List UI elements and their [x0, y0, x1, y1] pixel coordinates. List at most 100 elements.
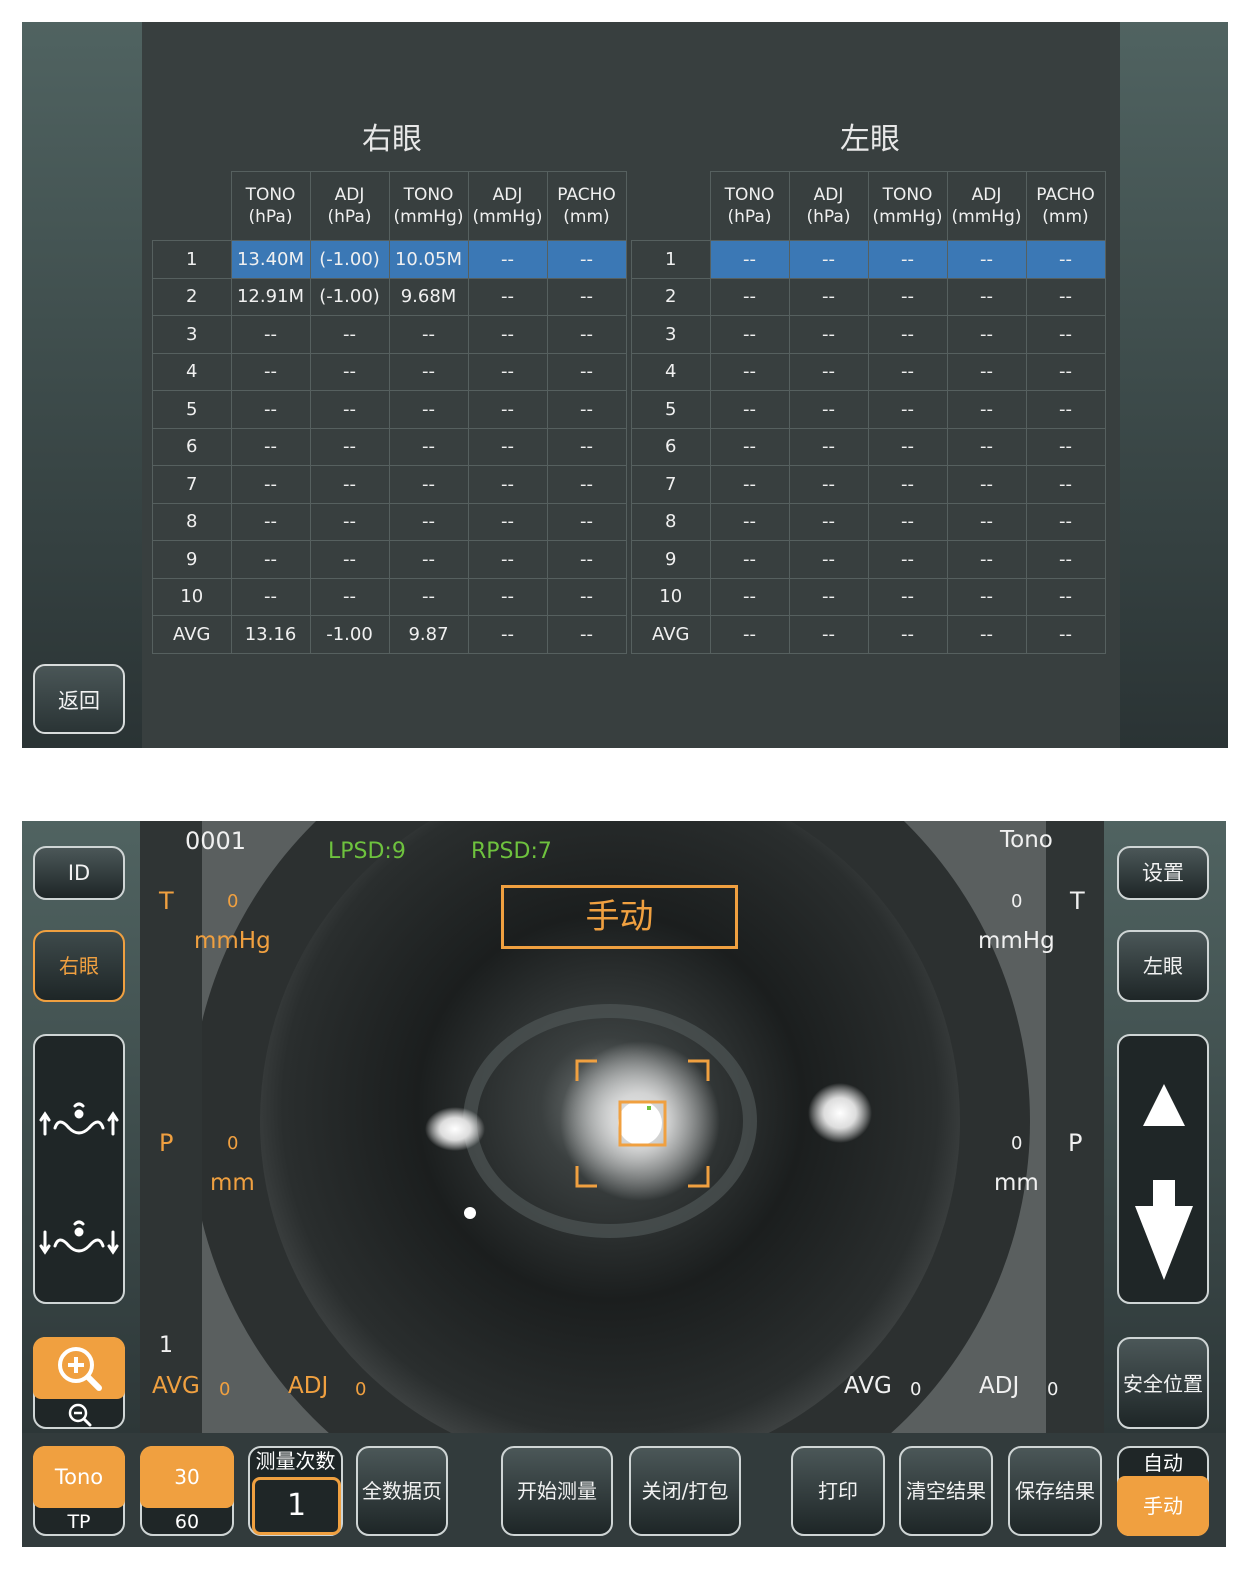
zoom-control — [33, 1337, 125, 1429]
column-header: TONO (mmHg) — [867, 171, 948, 241]
column-header-unit: (mmHg) — [472, 207, 543, 227]
print-button[interactable]: 打印 — [791, 1446, 885, 1536]
table-row[interactable]: 9 -- -- -- -- -- — [631, 540, 1106, 579]
table-cell: -1.00 — [309, 615, 390, 654]
table-cell: -- — [709, 502, 790, 541]
left-p-unit: mm — [210, 1170, 255, 1196]
table-row[interactable]: 9 -- -- -- -- -- — [152, 540, 627, 579]
table-row[interactable]: 7 -- -- -- -- -- — [152, 465, 627, 504]
table-cell: -- — [467, 427, 548, 466]
table-cell: -- — [546, 465, 627, 504]
table-cell: -- — [546, 315, 627, 354]
row-number: 2 — [631, 277, 711, 316]
table-cell: -- — [309, 577, 390, 616]
header-blank — [153, 172, 232, 241]
table-cell: -- — [946, 277, 1027, 316]
table-row[interactable]: AVG -- -- -- -- -- — [631, 615, 1106, 654]
table-cell: -- — [546, 540, 627, 579]
table-row[interactable]: 8 -- -- -- -- -- — [631, 502, 1106, 541]
auto-option[interactable]: 自动 — [1119, 1448, 1207, 1478]
table-cell: -- — [309, 352, 390, 391]
table-cell: -- — [230, 352, 311, 391]
table-cell: -- — [467, 502, 548, 541]
column-header-name: ADJ — [971, 185, 1002, 205]
table-row[interactable]: 5 -- -- -- -- -- — [631, 390, 1106, 429]
table-cell: -- — [946, 352, 1027, 391]
table-cell: -- — [788, 315, 869, 354]
table-cell: -- — [788, 240, 869, 279]
table-cell: -- — [467, 352, 548, 391]
zoom-out-icon[interactable] — [65, 1401, 95, 1427]
close-pack-button[interactable]: 关闭/打包 — [629, 1446, 741, 1536]
table-cell: -- — [546, 240, 627, 279]
column-header-unit: (mm) — [563, 207, 610, 227]
column-header: PACHO (mm) — [1025, 171, 1106, 241]
table-row[interactable]: 10 -- -- -- -- -- — [631, 577, 1106, 616]
left-eye-button[interactable]: 左眼 — [1117, 930, 1209, 1002]
table-cell: 9.87 — [388, 615, 469, 654]
chinrest-down-icon[interactable] — [39, 1196, 119, 1266]
table-cell: -- — [546, 502, 627, 541]
table-row[interactable]: 3 -- -- -- -- -- — [631, 315, 1106, 354]
table-row[interactable]: 1 13.40M (-1.00) 10.05M -- -- — [152, 240, 627, 279]
arrow-up-icon[interactable] — [1129, 1080, 1199, 1140]
results-panel: 右眼 左眼 TONO (hPa) ADJ (hPa) TONO (mmHg) ADJ (mmH… — [22, 22, 1228, 748]
row-number: 8 — [631, 502, 711, 541]
chinrest-up-icon[interactable] — [39, 1076, 119, 1146]
start-measure-button[interactable]: 开始测量 — [501, 1446, 613, 1536]
right-adj-value: 0 — [1047, 1379, 1059, 1400]
table-row[interactable]: 4 -- -- -- -- -- — [631, 352, 1106, 391]
table-cell: -- — [946, 577, 1027, 616]
table-cell: -- — [709, 277, 790, 316]
table-cell: -- — [788, 427, 869, 466]
table-row[interactable]: 10 -- -- -- -- -- — [152, 577, 627, 616]
option-60[interactable]: 60 — [142, 1508, 232, 1536]
table-cell: -- — [388, 352, 469, 391]
right-p-value: 0 — [1011, 1133, 1023, 1154]
column-header: TONO (hPa) — [709, 171, 790, 241]
manual-option[interactable]: 手动 — [1117, 1476, 1209, 1536]
row-number: 7 — [152, 465, 232, 504]
save-results-button[interactable]: 保存结果 — [1008, 1446, 1102, 1536]
row-number: 5 — [631, 390, 711, 429]
table-cell: -- — [709, 427, 790, 466]
table-cell: -- — [467, 390, 548, 429]
zoom-in-icon[interactable] — [33, 1337, 125, 1399]
table-cell: -- — [867, 540, 948, 579]
left-adj-label: ADJ — [288, 1373, 329, 1399]
table-row[interactable]: 6 -- -- -- -- -- — [152, 427, 627, 466]
table-row[interactable]: 2 -- -- -- -- -- — [631, 277, 1106, 316]
table-cell: -- — [388, 577, 469, 616]
row-number: 3 — [152, 315, 232, 354]
table-cell: -- — [946, 240, 1027, 279]
settings-button[interactable]: 设置 — [1117, 846, 1209, 900]
table-row[interactable]: 8 -- -- -- -- -- — [152, 502, 627, 541]
table-row[interactable]: AVG 13.16 -1.00 9.87 -- -- — [152, 615, 627, 654]
table-row[interactable]: 2 12.91M (-1.00) 9.68M -- -- — [152, 277, 627, 316]
table-cell: -- — [1025, 277, 1106, 316]
table-row[interactable]: 6 -- -- -- -- -- — [631, 427, 1106, 466]
option-30[interactable]: 30 — [140, 1446, 234, 1508]
row-number: AVG — [152, 615, 232, 654]
tp-option[interactable]: TP — [35, 1508, 123, 1536]
all-data-page-button[interactable]: 全数据页 — [356, 1446, 448, 1536]
back-button[interactable]: 返回 — [33, 664, 125, 734]
table-row[interactable]: 5 -- -- -- -- -- — [152, 390, 627, 429]
clear-results-button[interactable]: 清空结果 — [899, 1446, 993, 1536]
id-button[interactable]: ID — [33, 846, 125, 900]
measure-count-field[interactable]: 1 — [252, 1477, 341, 1535]
table-row[interactable]: 7 -- -- -- -- -- — [631, 465, 1106, 504]
table-cell: -- — [946, 465, 1027, 504]
tono-option[interactable]: Tono — [33, 1446, 125, 1508]
safe-position-button[interactable]: 安全位置 — [1117, 1337, 1209, 1429]
column-header: PACHO (mm) — [546, 171, 627, 241]
table-row[interactable]: 3 -- -- -- -- -- — [152, 315, 627, 354]
auto-manual-selector: 自动 手动 — [1117, 1446, 1209, 1536]
row-number: AVG — [631, 615, 711, 654]
table-row[interactable]: 1 -- -- -- -- -- — [631, 240, 1106, 279]
table-row[interactable]: 4 -- -- -- -- -- — [152, 352, 627, 391]
table-cell: -- — [467, 277, 548, 316]
right-eye-button[interactable]: 右眼 — [33, 930, 125, 1002]
column-header-name: PACHO — [1036, 185, 1095, 205]
arrow-down-icon[interactable] — [1127, 1176, 1201, 1286]
